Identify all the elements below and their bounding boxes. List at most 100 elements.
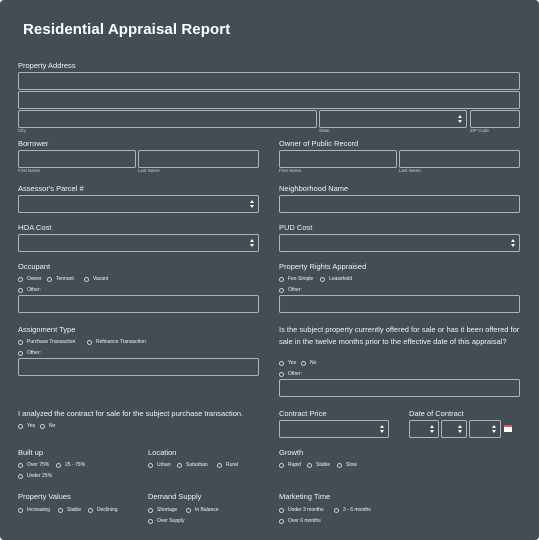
contract-analyzed-option-yes[interactable]: Yes: [18, 423, 35, 429]
owner-last-sublabel: Last Name: [399, 168, 421, 173]
occupant-label: Occupant: [18, 262, 51, 271]
assignment-option-refinance[interactable]: Refinance Transaction: [87, 339, 146, 345]
radio-icon[interactable]: [177, 462, 182, 468]
radio-icon[interactable]: [279, 276, 284, 282]
contract-price-label: Contract Price: [279, 409, 327, 418]
radio-icon[interactable]: [279, 518, 284, 524]
occupant-other-input[interactable]: [18, 295, 259, 313]
location-option-urban[interactable]: Urban: [148, 462, 171, 468]
growth-option-stable[interactable]: Stable: [307, 462, 330, 468]
radio-icon[interactable]: [18, 276, 23, 282]
hoa-cost-input[interactable]: [18, 234, 259, 252]
borrower-label: Borrower: [18, 139, 49, 148]
offered-option-other[interactable]: Other:: [279, 371, 302, 377]
zip-input[interactable]: [470, 110, 520, 128]
radio-icon[interactable]: [56, 462, 61, 468]
rights-option-fee-simple[interactable]: Fee Simple: [279, 276, 313, 282]
offered-option-no[interactable]: No: [301, 360, 316, 366]
radio-icon[interactable]: [148, 462, 153, 468]
growth-option-slow[interactable]: Slow: [337, 462, 357, 468]
radio-icon[interactable]: [307, 462, 312, 468]
radio-icon[interactable]: [18, 350, 23, 356]
radio-icon[interactable]: [320, 276, 325, 282]
contract-month-select[interactable]: [409, 420, 439, 438]
radio-icon[interactable]: [88, 507, 93, 513]
street-address-input[interactable]: [18, 72, 520, 90]
contract-price-stepper-icon[interactable]: [380, 425, 384, 433]
radio-icon[interactable]: [40, 423, 45, 429]
radio-icon[interactable]: [18, 339, 23, 345]
marketing-option-under-3[interactable]: Under 3 months: [279, 507, 324, 513]
state-select[interactable]: [319, 110, 467, 128]
pud-cost-input[interactable]: [279, 234, 520, 252]
radio-icon[interactable]: [279, 360, 284, 366]
marketing-option-3-6[interactable]: 3 - 6 months: [334, 507, 371, 513]
radio-icon[interactable]: [279, 287, 284, 293]
radio-icon[interactable]: [301, 360, 306, 366]
location-option-suburban[interactable]: Suburban: [177, 462, 208, 468]
demand-option-over-supply[interactable]: Over Supply: [148, 518, 185, 524]
radio-icon[interactable]: [58, 507, 63, 513]
city-sublabel: City: [18, 128, 26, 133]
street-address-line2-input[interactable]: [18, 91, 520, 109]
assignment-option-purchase[interactable]: Purchase Transaction: [18, 339, 75, 345]
radio-icon[interactable]: [18, 287, 23, 293]
marketing-option-over-6[interactable]: Over 6 months: [279, 518, 321, 524]
radio-icon[interactable]: [47, 276, 52, 282]
radio-icon[interactable]: [148, 518, 153, 524]
occupant-option-tennant[interactable]: Tennant: [47, 276, 74, 282]
parcel-number-input[interactable]: [18, 195, 259, 213]
appraisal-form: Residential Appraisal Report Property Ad…: [0, 0, 539, 540]
offered-option-yes[interactable]: Yes: [279, 360, 296, 366]
built-up-option-25-75[interactable]: 25 - 75%: [56, 462, 85, 468]
occupant-option-vacant[interactable]: Vacant: [84, 276, 108, 282]
offered-other-input[interactable]: [279, 379, 520, 397]
pud-label: PUD Cost: [279, 223, 313, 232]
radio-icon[interactable]: [84, 276, 89, 282]
built-up-option-under-25[interactable]: Under 25%: [18, 473, 52, 479]
neighborhood-input[interactable]: [279, 195, 520, 213]
contract-analyzed-option-no[interactable]: No: [40, 423, 55, 429]
radio-icon[interactable]: [148, 507, 153, 513]
demand-option-in-balance[interactable]: In Balance: [186, 507, 219, 513]
rights-option-other[interactable]: Other:: [279, 287, 302, 293]
radio-icon[interactable]: [18, 423, 23, 429]
rights-option-leasehold[interactable]: Leasehold: [320, 276, 352, 282]
radio-icon[interactable]: [279, 462, 284, 468]
location-option-rural[interactable]: Rural: [217, 462, 238, 468]
calendar-icon[interactable]: [504, 425, 512, 432]
owner-last-name-input[interactable]: [399, 150, 520, 168]
built-up-option-over-75[interactable]: Over 75%: [18, 462, 49, 468]
radio-icon[interactable]: [87, 339, 92, 345]
pud-stepper-icon[interactable]: [511, 239, 515, 247]
parcel-stepper-icon[interactable]: [250, 200, 254, 208]
values-option-declining[interactable]: Declining: [88, 507, 118, 513]
radio-icon[interactable]: [18, 462, 23, 468]
hoa-stepper-icon[interactable]: [250, 239, 254, 247]
radio-icon[interactable]: [334, 507, 339, 513]
contract-price-input[interactable]: [279, 420, 389, 438]
occupant-option-owner[interactable]: Owner: [18, 276, 42, 282]
values-option-stable[interactable]: Stable: [58, 507, 81, 513]
city-input[interactable]: [18, 110, 317, 128]
assignment-option-other[interactable]: Other:: [18, 350, 41, 356]
radio-icon[interactable]: [279, 507, 284, 513]
radio-icon[interactable]: [18, 473, 23, 479]
radio-icon[interactable]: [186, 507, 191, 513]
values-option-increasing[interactable]: Increasing: [18, 507, 50, 513]
demand-option-shortage[interactable]: Shortage: [148, 507, 177, 513]
assignment-other-input[interactable]: [18, 358, 259, 376]
rights-other-input[interactable]: [279, 295, 520, 313]
borrower-first-name-input[interactable]: [18, 150, 136, 168]
occupant-option-other[interactable]: Other:: [18, 287, 41, 293]
contract-year-select[interactable]: [469, 420, 501, 438]
radio-icon[interactable]: [217, 462, 222, 468]
radio-icon[interactable]: [279, 371, 284, 377]
growth-option-rapid[interactable]: Rapid: [279, 462, 301, 468]
radio-icon[interactable]: [18, 507, 23, 513]
owner-first-name-input[interactable]: [279, 150, 397, 168]
radio-icon[interactable]: [337, 462, 342, 468]
growth-label: Growth: [279, 448, 304, 457]
contract-day-select[interactable]: [441, 420, 467, 438]
borrower-last-name-input[interactable]: [138, 150, 259, 168]
